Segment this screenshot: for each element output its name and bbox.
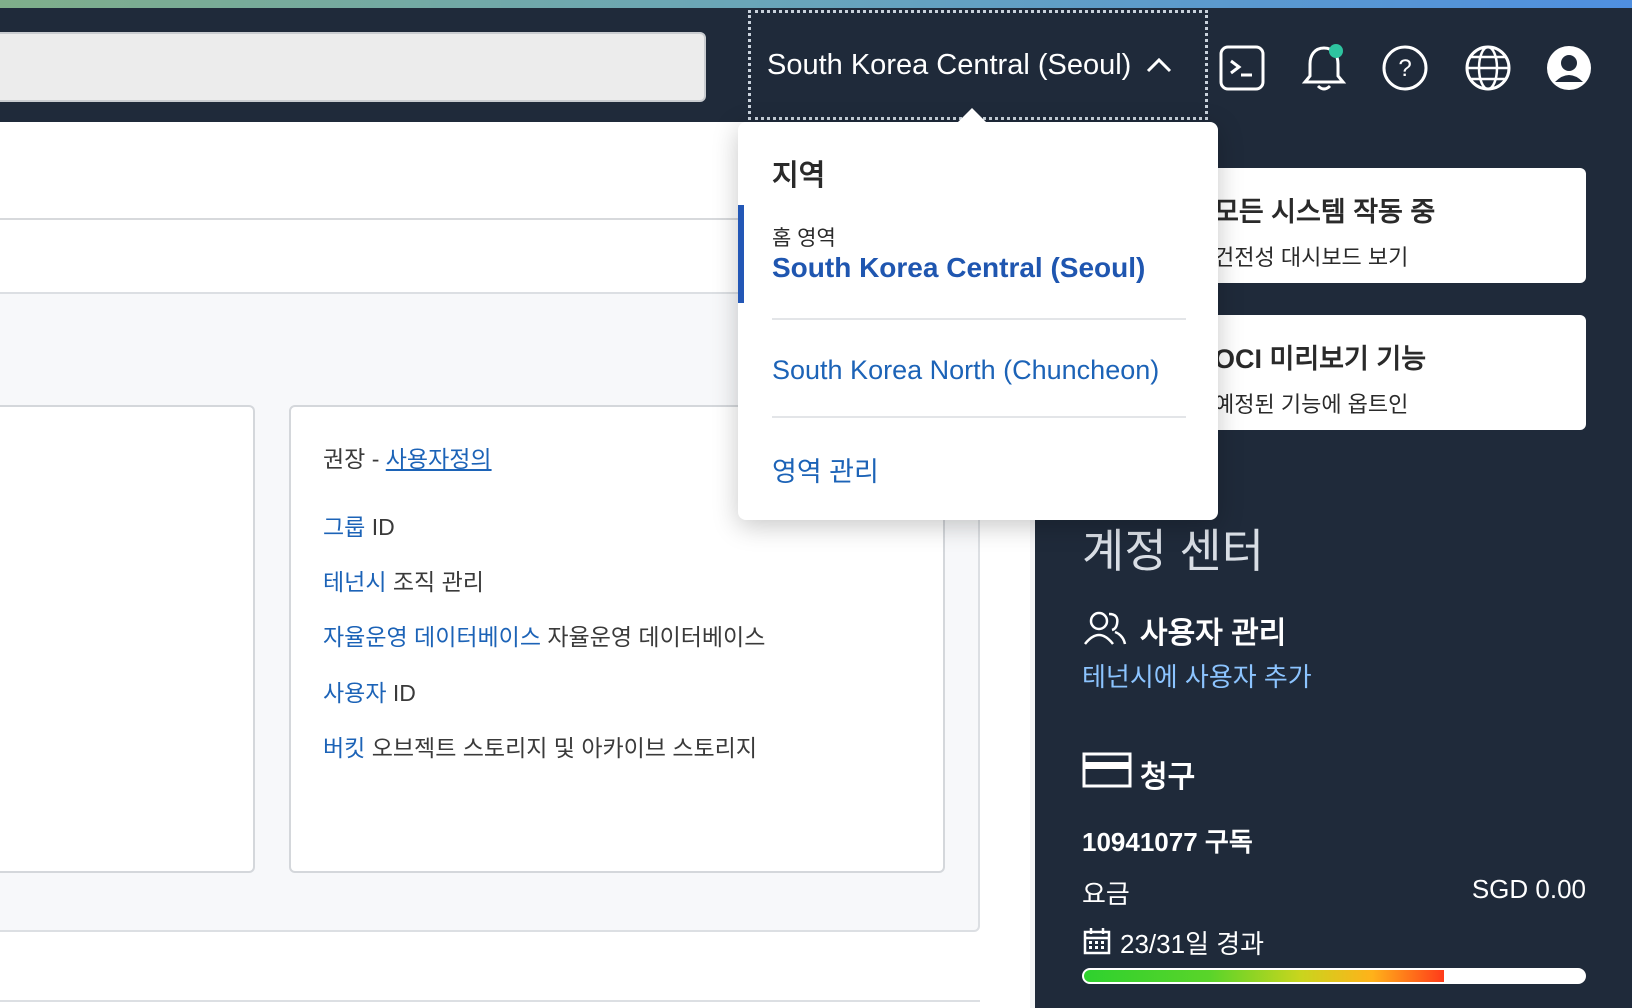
dropdown-divider (772, 318, 1186, 320)
customize-link[interactable]: 사용자정의 (386, 446, 492, 472)
recommended-header: 권장 - 사용자정의 (323, 446, 492, 472)
billing-progress-fill (1084, 970, 1444, 982)
search-input[interactable] (0, 32, 706, 102)
charges-value: SGD 0.00 (1471, 874, 1586, 904)
list-item: 버킷 오브젝트 스토리지 및 아카이브 스토리지 (323, 735, 757, 761)
dropdown-divider (772, 416, 1186, 418)
top-navigation-bar: South Korea Central (Seoul) ? (0, 8, 1632, 122)
calendar-icon (1083, 928, 1111, 955)
region-option-chuncheon[interactable]: South Korea North (Chuncheon) (772, 355, 1159, 386)
status-card-subtitle: 건전성 대시보드 보기 (1214, 245, 1409, 270)
billing-days-elapsed: 23/31일 경과 (1120, 929, 1265, 959)
add-user-link[interactable]: 테넌시에 사용자 추가 (1082, 657, 1312, 694)
status-card-title: 모든 시스템 작동 중 (1214, 197, 1436, 227)
resource-link-tenancy[interactable]: 테넌시 (323, 569, 386, 595)
region-selector-button[interactable]: South Korea Central (Seoul) (748, 10, 1208, 120)
status-card-title: OCI 미리보기 기능 (1214, 344, 1427, 374)
globe-icon[interactable] (1460, 40, 1516, 96)
resource-link-autonomous-db[interactable]: 자율운영 데이터베이스 (323, 624, 541, 650)
manage-regions-link[interactable]: 영역 관리 (772, 450, 879, 489)
top-accent-strip (0, 0, 1632, 8)
user-management-title: 사용자 관리 (1140, 617, 1287, 650)
resource-link-bucket[interactable]: 버킷 (323, 735, 365, 761)
account-center-title: 계정 센터 (1082, 525, 1265, 577)
content-card-left (0, 405, 255, 873)
users-icon (1084, 611, 1127, 645)
cloud-shell-icon[interactable] (1214, 40, 1270, 96)
charges-label: 요금 (1082, 879, 1130, 909)
help-icon[interactable]: ? (1377, 40, 1433, 96)
user-avatar-icon[interactable] (1541, 40, 1597, 96)
billing-progress-bar (1082, 968, 1586, 984)
list-item: 사용자 ID (323, 680, 416, 706)
subscription-id: 10941077 구독 (1082, 827, 1253, 857)
credit-card-icon (1082, 752, 1132, 788)
region-option-home[interactable]: South Korea Central (Seoul) (772, 252, 1145, 284)
list-item: 테넌시 조직 관리 (323, 569, 484, 595)
region-dropdown-heading: 지역 (772, 160, 826, 192)
status-card-subtitle: 예정된 기능에 옵트인 (1214, 392, 1409, 417)
list-item: 그룹 ID (323, 514, 395, 540)
list-item: 자율운영 데이터베이스 자율운영 데이터베이스 (323, 624, 766, 650)
billing-title: 청구 (1140, 761, 1196, 794)
region-dropdown-menu: 지역 홈 영역 South Korea Central (Seoul) Sout… (738, 108, 1218, 520)
selected-indicator (738, 205, 744, 303)
resource-link-user[interactable]: 사용자 (323, 680, 386, 706)
resource-link-group[interactable]: 그룹 (323, 514, 365, 540)
chevron-up-icon (1147, 57, 1172, 73)
bottom-divider (0, 1000, 980, 1002)
notification-dot (1329, 44, 1343, 58)
home-region-label: 홈 영역 (772, 227, 836, 250)
dropdown-caret (958, 108, 986, 122)
region-selector-label: South Korea Central (Seoul) (767, 48, 1132, 81)
svg-text:?: ? (1398, 55, 1411, 82)
bell-icon[interactable] (1296, 40, 1352, 96)
